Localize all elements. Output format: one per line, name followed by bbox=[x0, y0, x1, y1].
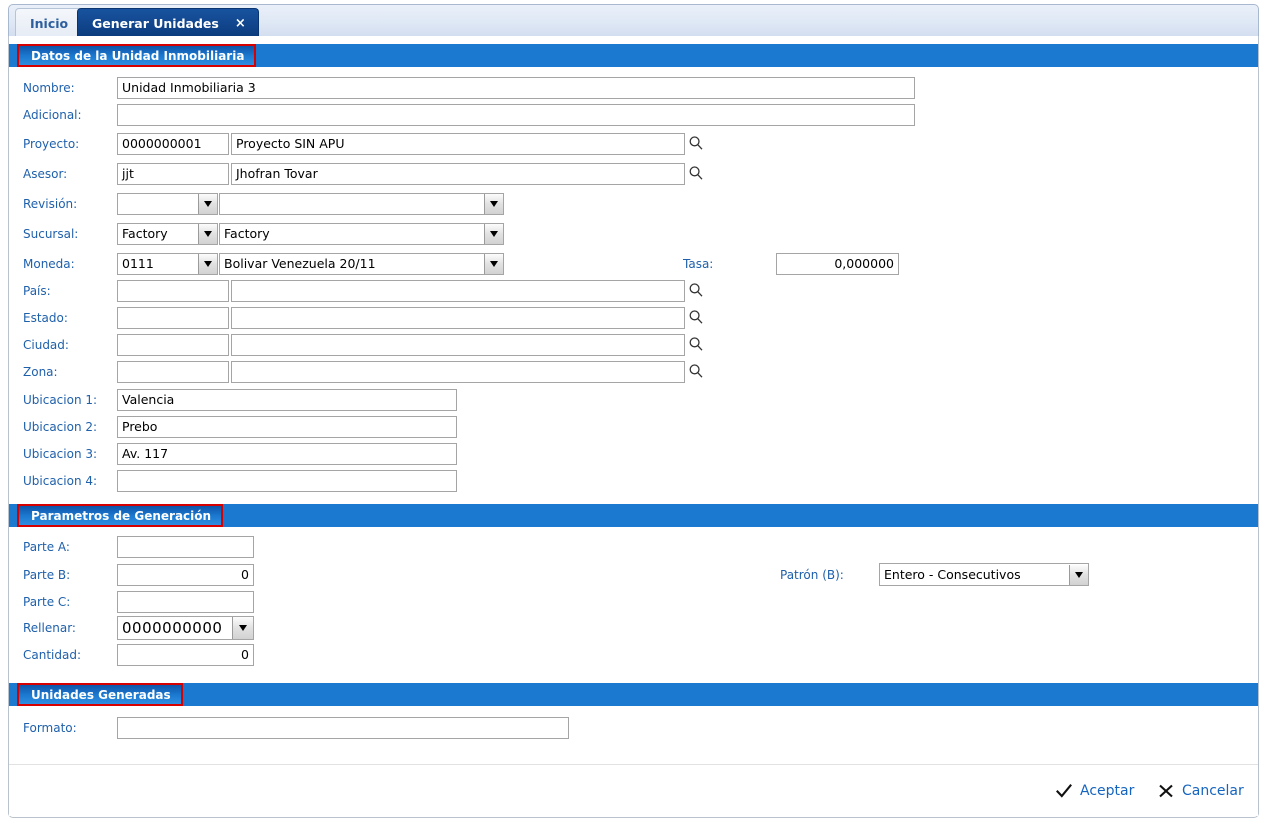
chevron-down-icon-sucursal-codigo[interactable] bbox=[198, 224, 217, 244]
label-estado: Estado: bbox=[23, 311, 68, 325]
input-ubicacion-2[interactable]: Prebo bbox=[117, 416, 457, 438]
label-ciudad: Ciudad: bbox=[23, 338, 69, 352]
cancel-label: Cancelar bbox=[1182, 783, 1244, 799]
select-sucursal-codigo[interactable]: Factory bbox=[117, 223, 218, 245]
input-ubicacion-1[interactable]: Valencia bbox=[117, 389, 457, 411]
cancel-button[interactable]: Cancelar bbox=[1157, 779, 1244, 803]
input-estado-nombre[interactable] bbox=[231, 307, 685, 329]
close-icon[interactable]: × bbox=[235, 17, 246, 30]
label-asesor: Asesor: bbox=[23, 167, 68, 181]
label-formato: Formato: bbox=[23, 721, 77, 735]
section-header-unidades: Unidades Generadas bbox=[9, 683, 1258, 706]
select-revision-codigo[interactable] bbox=[117, 193, 218, 215]
section-title-unidades: Unidades Generadas bbox=[17, 683, 183, 706]
search-icon-zona[interactable] bbox=[688, 363, 704, 381]
input-ubicacion-4[interactable] bbox=[117, 470, 457, 492]
select-rellenar[interactable]: 0000000000 bbox=[117, 616, 254, 640]
input-nombre[interactable]: Unidad Inmobiliaria 3 bbox=[117, 77, 915, 99]
input-parte-b[interactable]: 0 bbox=[117, 564, 254, 586]
label-parte-a: Parte A: bbox=[23, 540, 70, 554]
dialog-footer: Aceptar Cancelar bbox=[9, 764, 1258, 816]
search-icon-pais[interactable] bbox=[688, 282, 704, 300]
select-sucursal-nombre[interactable]: Factory bbox=[219, 223, 504, 245]
input-tasa[interactable]: 0,000000 bbox=[776, 253, 899, 275]
select-moneda-codigo[interactable]: 0111 bbox=[117, 253, 218, 275]
label-ubicacion-1: Ubicacion 1: bbox=[23, 393, 98, 407]
select-patron-b-value: Entero - Consecutivos bbox=[884, 566, 1021, 582]
label-zona: Zona: bbox=[23, 365, 58, 379]
label-rellenar: Rellenar: bbox=[23, 621, 76, 635]
chevron-down-icon-revision-nombre[interactable] bbox=[484, 194, 503, 214]
select-sucursal-codigo-value: Factory bbox=[122, 226, 168, 241]
input-ciudad-nombre[interactable] bbox=[231, 334, 685, 356]
input-asesor-nombre[interactable]: Jhofran Tovar bbox=[231, 163, 685, 185]
label-cantidad: Cantidad: bbox=[23, 648, 82, 662]
chevron-down-icon-rellenar[interactable] bbox=[232, 617, 253, 639]
chevron-down-icon-sucursal-nombre[interactable] bbox=[484, 224, 503, 244]
search-icon-ciudad[interactable] bbox=[688, 336, 704, 354]
input-parte-c[interactable] bbox=[117, 591, 254, 613]
chevron-down-icon-moneda-nombre[interactable] bbox=[484, 254, 503, 274]
chevron-down-icon-patron-b[interactable] bbox=[1069, 564, 1088, 585]
select-sucursal-nombre-value: Factory bbox=[224, 226, 270, 241]
section-header-parametros: Parametros de Generación bbox=[9, 504, 1258, 527]
label-nombre: Nombre: bbox=[23, 81, 75, 95]
select-rellenar-value: 0000000000 bbox=[122, 619, 223, 637]
label-ubicacion-4: Ubicacion 4: bbox=[23, 474, 98, 488]
label-ubicacion-2: Ubicacion 2: bbox=[23, 420, 98, 434]
search-icon-proyecto[interactable] bbox=[688, 135, 704, 153]
close-icon-cancel bbox=[1157, 782, 1175, 800]
accept-label: Aceptar bbox=[1080, 783, 1135, 799]
tab-generar-unidades[interactable]: Generar Unidades × bbox=[77, 8, 259, 37]
chevron-down-icon-revision-codigo[interactable] bbox=[198, 194, 217, 214]
tab-generar-unidades-label: Generar Unidades bbox=[92, 15, 219, 31]
label-proyecto: Proyecto: bbox=[23, 137, 80, 151]
label-parte-c: Parte C: bbox=[23, 595, 71, 609]
section-header-datos: Datos de la Unidad Inmobiliaria bbox=[9, 44, 1258, 67]
search-icon-estado[interactable] bbox=[688, 309, 704, 327]
label-pais: País: bbox=[23, 284, 51, 298]
label-adicional: Adicional: bbox=[23, 108, 82, 122]
input-zona-nombre[interactable] bbox=[231, 361, 685, 383]
select-moneda-nombre[interactable]: Bolivar Venezuela 20/11 bbox=[219, 253, 504, 275]
input-zona-codigo[interactable] bbox=[117, 361, 229, 383]
select-moneda-codigo-value: 0111 bbox=[122, 256, 154, 271]
input-parte-a[interactable] bbox=[117, 536, 254, 558]
input-pais-nombre[interactable] bbox=[231, 280, 685, 302]
select-patron-b[interactable]: Entero - Consecutivos bbox=[879, 563, 1089, 586]
input-adicional[interactable] bbox=[117, 104, 915, 126]
input-proyecto-nombre[interactable]: Proyecto SIN APU bbox=[231, 133, 685, 155]
label-tasa: Tasa: bbox=[683, 257, 714, 271]
tab-inicio[interactable]: Inicio bbox=[15, 8, 84, 37]
input-cantidad[interactable]: 0 bbox=[117, 644, 254, 666]
input-proyecto-codigo[interactable]: 0000000001 bbox=[117, 133, 229, 155]
input-estado-codigo[interactable] bbox=[117, 307, 229, 329]
input-formato[interactable] bbox=[117, 717, 569, 739]
label-patron-b: Patrón (B): bbox=[780, 568, 844, 582]
select-revision-nombre[interactable] bbox=[219, 193, 504, 215]
label-sucursal: Sucursal: bbox=[23, 227, 79, 241]
section-title-parametros: Parametros de Generación bbox=[17, 504, 224, 527]
input-pais-codigo[interactable] bbox=[117, 280, 229, 302]
tab-strip: Inicio Generar Unidades × bbox=[8, 4, 1259, 37]
label-moneda: Moneda: bbox=[23, 257, 75, 271]
input-ubicacion-3[interactable]: Av. 117 bbox=[117, 443, 457, 465]
select-moneda-nombre-value: Bolivar Venezuela 20/11 bbox=[224, 256, 376, 271]
input-asesor-codigo[interactable]: jjt bbox=[117, 163, 229, 185]
tab-inicio-label: Inicio bbox=[30, 15, 69, 31]
label-parte-b: Parte B: bbox=[23, 568, 71, 582]
search-icon-asesor[interactable] bbox=[688, 165, 704, 183]
chevron-down-icon-moneda-codigo[interactable] bbox=[198, 254, 217, 274]
form-content: Datos de la Unidad Inmobiliaria Nombre: … bbox=[9, 36, 1258, 763]
accept-button[interactable]: Aceptar bbox=[1055, 779, 1134, 803]
label-ubicacion-3: Ubicacion 3: bbox=[23, 447, 98, 461]
section-title-datos: Datos de la Unidad Inmobiliaria bbox=[17, 44, 257, 67]
input-ciudad-codigo[interactable] bbox=[117, 334, 229, 356]
label-revision: Revisión: bbox=[23, 197, 78, 211]
form-window: Datos de la Unidad Inmobiliaria Nombre: … bbox=[8, 36, 1259, 818]
check-icon bbox=[1055, 782, 1073, 800]
